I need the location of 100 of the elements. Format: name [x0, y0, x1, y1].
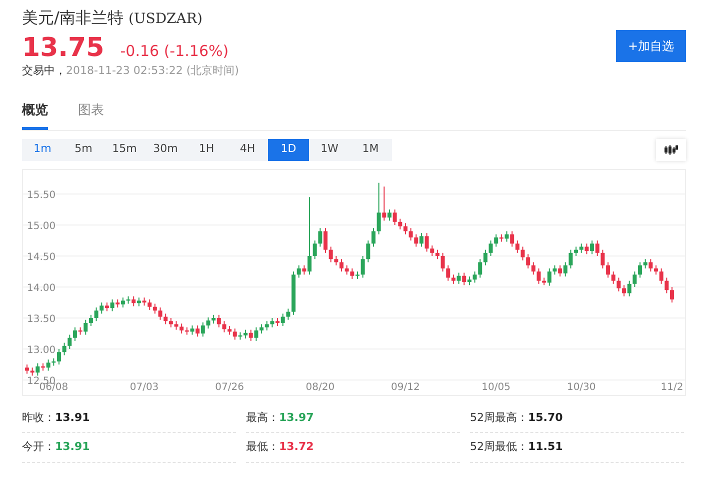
- y-axis-label: 14.50: [27, 252, 56, 263]
- tab[interactable]: 概览: [22, 95, 48, 130]
- timestamp: 2018-11-23 02:53:22: [66, 64, 183, 77]
- chart-type-button[interactable]: [656, 138, 686, 161]
- candlestick: [483, 248, 488, 266]
- candlestick: [494, 233, 498, 247]
- candlestick: [196, 324, 200, 337]
- candlestick: [579, 242, 584, 253]
- period-tab[interactable]: 1m: [22, 138, 63, 161]
- candlestick: [158, 306, 162, 320]
- period-tab[interactable]: 15m: [104, 138, 145, 161]
- candlestick: [435, 248, 440, 260]
- candlestick: [318, 227, 322, 247]
- timezone: (北京时间): [186, 64, 239, 77]
- y-axis-label: 14.00: [27, 282, 56, 294]
- candlestick: [120, 296, 125, 308]
- candlestick: [88, 314, 93, 326]
- candlestick: [451, 274, 456, 284]
- candlestick: [190, 324, 194, 335]
- candlestick: [611, 270, 616, 284]
- candlestick: [36, 362, 40, 376]
- candlestick: [324, 227, 328, 253]
- candlestick: [56, 348, 61, 365]
- candlestick: [200, 321, 205, 337]
- candlestick: [638, 261, 642, 278]
- stat-label: 今开：: [22, 440, 55, 454]
- candlestick: [248, 328, 253, 342]
- candlestick: [430, 244, 434, 256]
- candlestick: [590, 240, 594, 254]
- stat-label: 最高：: [246, 410, 279, 424]
- candlestick: [520, 246, 525, 260]
- candlestick: [398, 218, 402, 230]
- candlestick: [648, 258, 653, 272]
- candlestick: [308, 196, 312, 275]
- period-tab[interactable]: 1W: [309, 138, 350, 161]
- candlestick: [659, 267, 664, 284]
- candlestick: [206, 316, 210, 329]
- candlestick: [558, 264, 562, 277]
- candlestick: [515, 240, 520, 253]
- candlestick: [622, 284, 626, 296]
- candlestick: [328, 246, 333, 262]
- candlestick: [350, 267, 354, 280]
- stat-value: 11.51: [528, 440, 563, 454]
- candlestick: [446, 264, 450, 281]
- candlestick: [376, 182, 381, 234]
- candlestick: [488, 240, 493, 256]
- candlestick: [110, 298, 114, 312]
- candlestick: [286, 308, 290, 320]
- x-axis-label: 07/26: [215, 382, 244, 393]
- period-tab[interactable]: 1H: [186, 138, 227, 161]
- candlestick: [600, 248, 605, 268]
- candlestick: [526, 253, 530, 268]
- candlestick: [654, 264, 658, 275]
- candlestick: [547, 267, 552, 286]
- candlestick: [68, 334, 72, 350]
- candlestick: [627, 280, 632, 296]
- x-axis-label: 11/2: [660, 382, 684, 393]
- x-axis-label: 06/08: [39, 382, 68, 393]
- stat-value: 13.72: [279, 440, 314, 454]
- candlestick-icon: [664, 144, 678, 155]
- candlestick: [414, 233, 418, 247]
- stat-label: 52周最低：: [470, 440, 528, 454]
- stat-value: 13.97: [279, 410, 314, 424]
- candlestick: [440, 252, 445, 272]
- stat-label: 昨收：: [22, 410, 55, 424]
- x-axis-label: 08/20: [306, 382, 335, 393]
- trading-status: 交易中，: [22, 64, 66, 77]
- period-tab[interactable]: 5m: [63, 138, 104, 161]
- period-tab[interactable]: 4H: [227, 138, 268, 161]
- tab[interactable]: 图表: [78, 95, 104, 130]
- candlestick: [270, 317, 274, 328]
- candlestick: [232, 328, 237, 340]
- candlestick: [456, 272, 461, 284]
- candlestick: [340, 258, 344, 272]
- candlestick: [254, 326, 258, 342]
- candlestick: [462, 272, 466, 286]
- candlestick: [302, 264, 306, 275]
- candlestick: [334, 255, 338, 266]
- candlestick: [424, 232, 429, 252]
- add-watchlist-button[interactable]: +加自选: [616, 30, 686, 62]
- candlestick: [382, 186, 386, 221]
- stat-label: 最低：: [246, 440, 279, 454]
- candlestick: [664, 276, 669, 294]
- candlestick: [164, 312, 168, 324]
- candlestick: [132, 295, 136, 306]
- candlestick: [84, 318, 88, 335]
- pair-title: 美元/南非兰特: [22, 8, 124, 27]
- y-axis-label: 15.00: [27, 220, 56, 232]
- candlestick: [46, 358, 50, 371]
- price: 13.75: [22, 34, 104, 63]
- candlestick: [360, 255, 365, 278]
- candlestick: [643, 258, 648, 268]
- period-tab[interactable]: 30m: [145, 138, 186, 161]
- x-axis-label: 07/03: [130, 382, 159, 393]
- candlestick: [606, 261, 610, 278]
- candlestick: [670, 286, 674, 303]
- period-tab[interactable]: 1D: [268, 138, 309, 161]
- candlestick: [478, 258, 482, 278]
- period-tab[interactable]: 1M: [350, 138, 391, 161]
- candlestick: [72, 326, 77, 342]
